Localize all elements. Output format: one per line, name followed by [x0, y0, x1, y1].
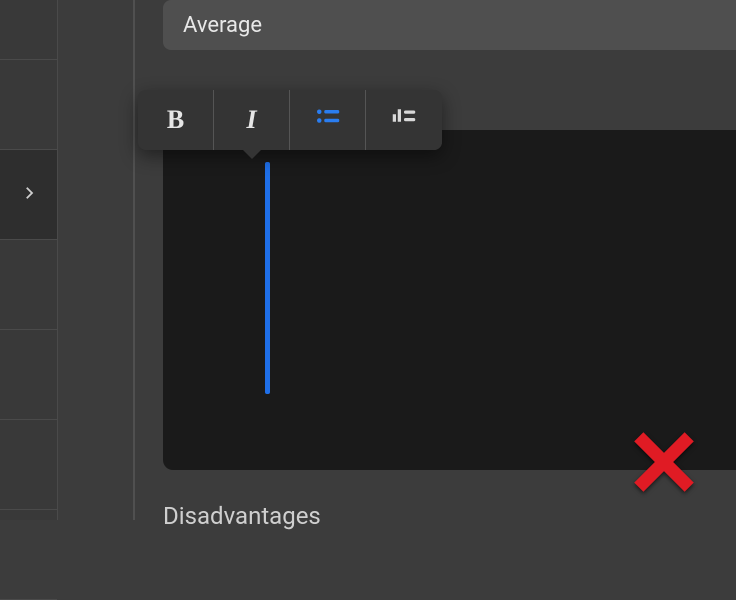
- bold-icon: B: [167, 105, 184, 135]
- left-rail: [0, 0, 58, 520]
- chevron-right-icon: [20, 184, 38, 206]
- rail-cell[interactable]: [0, 420, 57, 510]
- format-toolbar: B I: [138, 90, 442, 150]
- bullet-list-icon: [313, 103, 343, 137]
- italic-icon: I: [246, 105, 256, 135]
- bullet-list-button[interactable]: [290, 90, 366, 150]
- rating-select[interactable]: Average: [163, 0, 736, 50]
- rail-cell[interactable]: [0, 510, 57, 600]
- rail-cell[interactable]: [0, 330, 57, 420]
- text-caret: [265, 162, 270, 394]
- advantages-editor[interactable]: [163, 130, 736, 470]
- panel-divider: [133, 0, 135, 520]
- rail-cell[interactable]: [0, 240, 57, 330]
- close-icon: [628, 483, 700, 502]
- checklist-icon: [389, 103, 419, 137]
- rail-cell[interactable]: [0, 60, 57, 150]
- close-button[interactable]: [628, 426, 700, 498]
- toolbar-pointer: [242, 149, 262, 159]
- disadvantages-label: Disadvantages: [163, 502, 321, 530]
- bold-button[interactable]: B: [138, 90, 214, 150]
- rating-select-value: Average: [183, 13, 262, 38]
- checklist-button[interactable]: [366, 90, 442, 150]
- italic-button[interactable]: I: [214, 90, 290, 150]
- rail-expand-button[interactable]: [0, 150, 57, 240]
- rail-cell[interactable]: [0, 0, 57, 60]
